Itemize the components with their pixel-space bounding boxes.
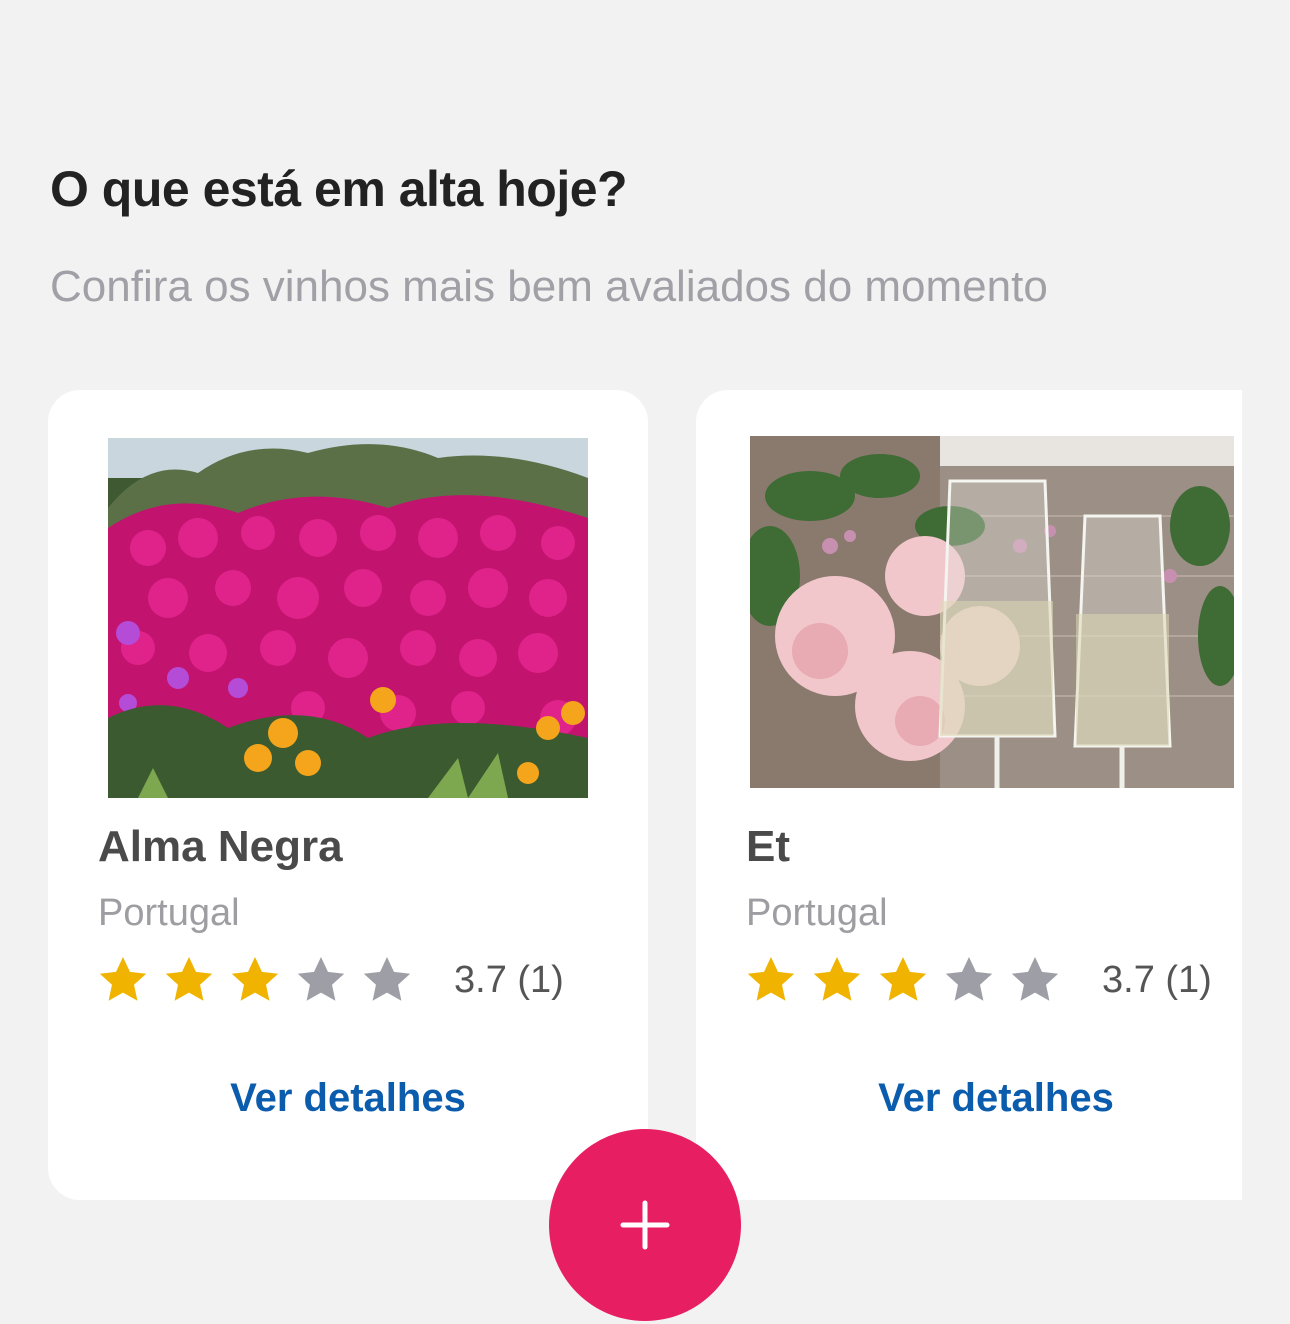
star-rating: 3.7 (1) [96, 952, 564, 1008]
star-filled-icon [96, 953, 150, 1007]
wine-card[interactable]: Alma Negra Portugal 3.7 (1) Ver detalhes [48, 390, 648, 1200]
star-empty-icon [294, 953, 348, 1007]
section-title: O que está em alta hoje? [50, 161, 628, 217]
view-details-link[interactable]: Ver detalhes [48, 1076, 648, 1121]
star-filled-icon [744, 953, 798, 1007]
wine-country: Portugal [746, 892, 888, 934]
view-details-link[interactable]: Ver detalhes [696, 1076, 1242, 1121]
wine-name: Et [746, 822, 790, 871]
star-filled-icon [810, 953, 864, 1007]
section-subtitle: Confira os vinhos mais bem avaliados do … [50, 262, 1048, 311]
rating-value: 3.7 (1) [454, 958, 564, 1001]
wine-card[interactable]: Et Portugal 3.7 (1) Ver detalhes [696, 390, 1242, 1200]
star-filled-icon [876, 953, 930, 1007]
add-button[interactable] [549, 1129, 741, 1321]
wine-name: Alma Negra [98, 822, 343, 871]
star-filled-icon [228, 953, 282, 1007]
rating-value: 3.7 (1) [1102, 958, 1212, 1001]
star-empty-icon [1008, 953, 1062, 1007]
champagne-glasses-photo [750, 436, 1234, 788]
star-rating: 3.7 (1) [744, 952, 1212, 1008]
star-empty-icon [942, 953, 996, 1007]
star-filled-icon [162, 953, 216, 1007]
pink-flowers-photo [108, 438, 588, 798]
plus-icon [620, 1200, 670, 1250]
wine-country: Portugal [98, 892, 240, 934]
star-empty-icon [360, 953, 414, 1007]
